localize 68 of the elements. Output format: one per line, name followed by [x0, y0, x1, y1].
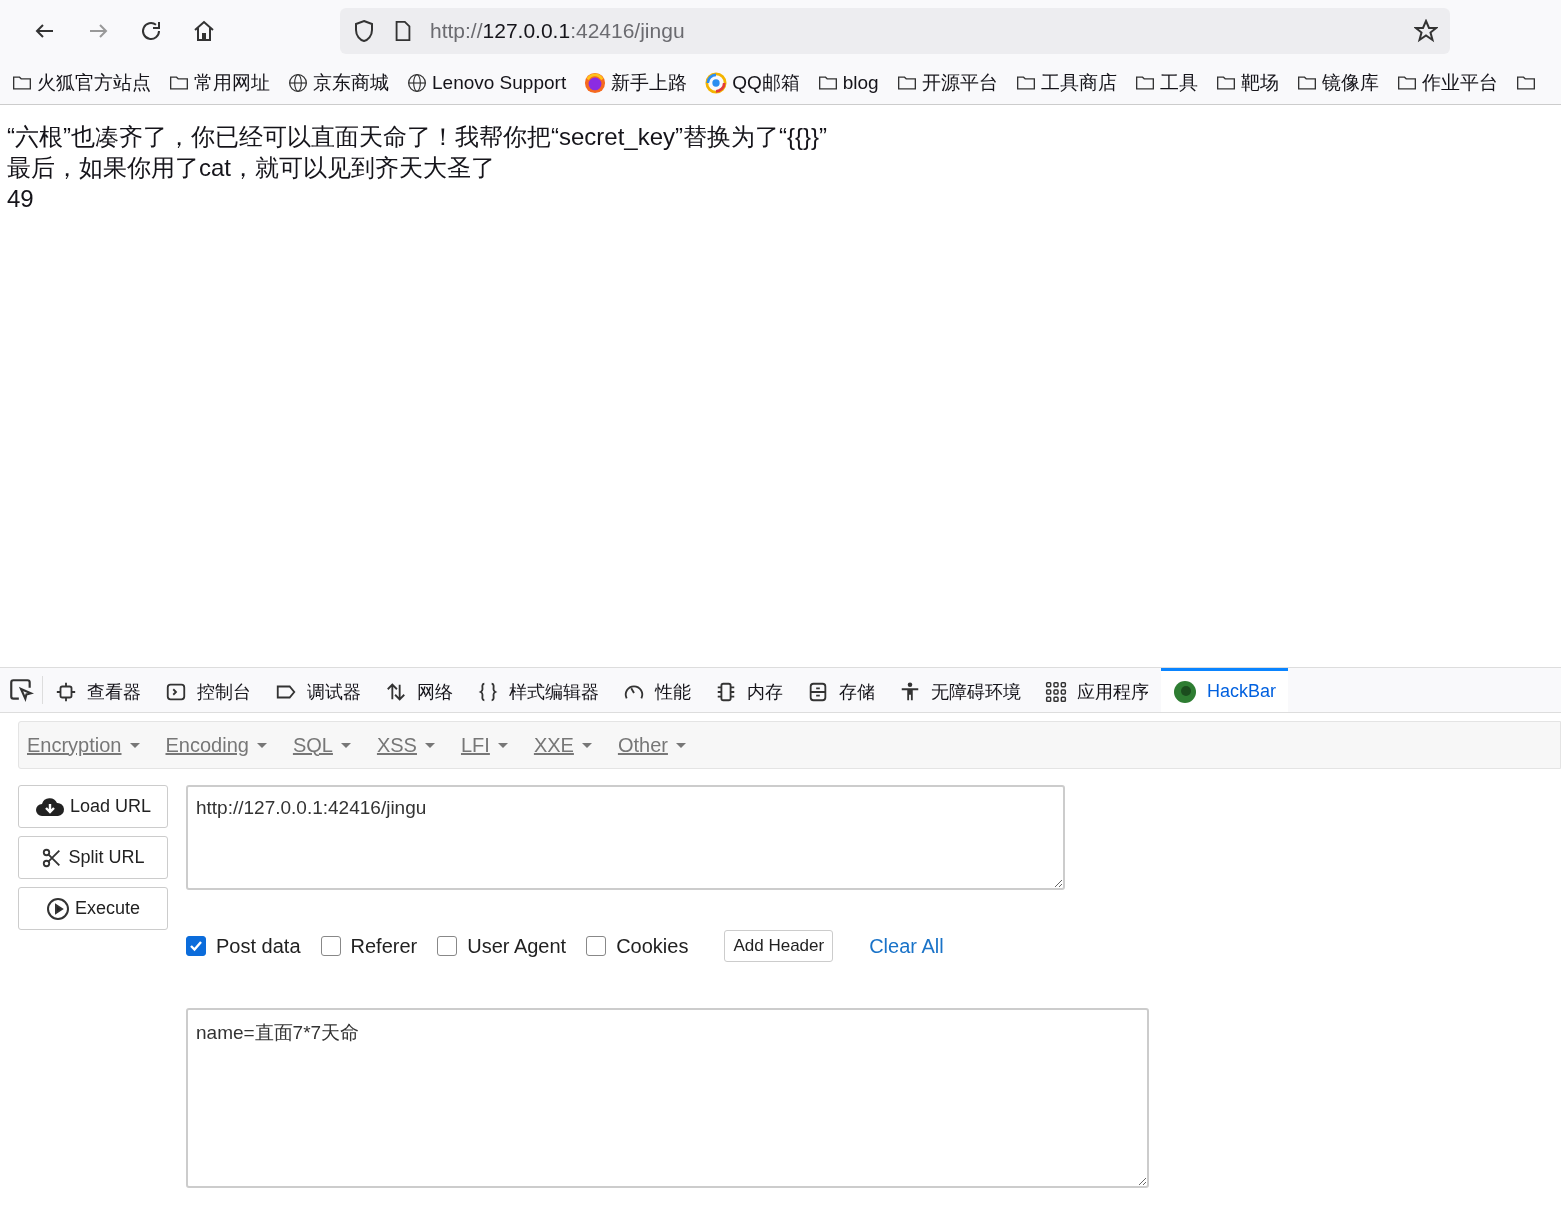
clear-all-link[interactable]: Clear All: [869, 934, 944, 958]
shield-icon: [352, 19, 376, 43]
hackbar-logo-icon: [1173, 679, 1197, 704]
globe-icon: [288, 73, 308, 93]
dropdown-menu[interactable]: Encoding: [165, 733, 267, 757]
dropdown-menu[interactable]: XSS: [376, 733, 435, 757]
person-icon: [899, 680, 921, 703]
devtools-tab[interactable]: HackBar: [1161, 668, 1289, 712]
post-data-field[interactable]: name=直面7*7天命: [186, 1008, 1149, 1188]
bookmark[interactable]: 开源平台: [896, 70, 998, 96]
firefox-icon: [584, 72, 607, 94]
address-bar[interactable]: http://127.0.0.1:42416/jingu: [340, 8, 1450, 54]
action-button[interactable]: Execute: [18, 887, 168, 930]
option-checkbox[interactable]: User Agent: [437, 934, 567, 958]
play-circle-icon: [45, 896, 70, 921]
cabinet-icon: [807, 680, 829, 703]
option-checkbox[interactable]: Referer: [320, 934, 418, 958]
devtools-tab[interactable]: 无障碍环境: [887, 668, 1033, 712]
bookmark-star-icon: [1414, 19, 1438, 43]
dropdown-menu[interactable]: LFI: [460, 733, 508, 757]
bookmark[interactable]: 工具: [1134, 70, 1198, 96]
bookmark[interactable]: 火狐官方站点: [12, 70, 151, 96]
bookmark[interactable]: Lenovo Support: [407, 72, 567, 94]
url-text: http://127.0.0.1:42416/jingu: [430, 19, 686, 43]
bookmark[interactable]: blog: [817, 72, 879, 94]
cloud-download-icon: [34, 795, 65, 818]
bookmark[interactable]: 新手上路: [584, 70, 688, 96]
element-picker-icon: [8, 677, 34, 703]
devtools-tab[interactable]: 网络: [373, 668, 465, 712]
bookmark[interactable]: 常用网址: [169, 70, 270, 96]
option-checkbox[interactable]: Cookies: [586, 934, 689, 958]
url-field[interactable]: http://127.0.0.1:42416/jingu: [186, 785, 1065, 890]
add-header-button[interactable]: Add Header: [724, 930, 834, 962]
check-icon: [189, 939, 203, 953]
devtools-tab[interactable]: 性能: [611, 668, 703, 712]
dropdown-menu[interactable]: XXE: [533, 733, 592, 757]
devtools-tab[interactable]: 应用程序: [1033, 668, 1161, 712]
page-text: “六根”也凑齐了，你已经可以直面天命了！我帮你把“secret_key”替换为了“{{}}”: [7, 122, 829, 152]
checkbox[interactable]: [320, 936, 341, 956]
dropdown-menu[interactable]: Other: [617, 733, 686, 757]
bookmark[interactable]: 靶场: [1215, 70, 1279, 96]
checkbox[interactable]: [437, 936, 458, 956]
bookmark[interactable]: 作业平台: [1396, 70, 1498, 96]
bookmark[interactable]: 工具商店: [1015, 70, 1117, 96]
grid-icon: [1045, 680, 1067, 703]
globe-icon: [407, 73, 427, 93]
bookmark[interactable]: 京东商城: [288, 70, 389, 96]
bookmark[interactable]: 镜像库: [1296, 70, 1379, 96]
devtools-tab[interactable]: 样式编辑器: [465, 668, 611, 712]
devtools-tab[interactable]: 调试器: [263, 668, 373, 712]
option-checkbox[interactable]: Post data: [186, 934, 301, 958]
checkbox[interactable]: [586, 936, 607, 956]
page-text: 49: [7, 184, 35, 214]
action-button[interactable]: Split URL: [18, 836, 168, 879]
braces-icon: [477, 680, 499, 703]
chip-icon: [715, 680, 737, 703]
devtools-tab[interactable]: 内存: [703, 668, 795, 712]
page-text: 最后，如果你用了cat，就可以见到齐天大圣了: [7, 153, 496, 183]
bookmark[interactable]: QQ邮箱: [705, 70, 800, 96]
checkbox[interactable]: [186, 936, 206, 956]
devtools-tab[interactable]: 存储: [795, 668, 887, 712]
action-button[interactable]: Load URL: [18, 785, 168, 828]
devtools-tab[interactable]: 控制台: [153, 668, 263, 712]
qq-mail-icon: [705, 72, 728, 94]
dropdown-menu[interactable]: SQL: [292, 733, 351, 757]
dropdown-menu[interactable]: Encryption: [27, 733, 140, 757]
devtools-tab[interactable]: 查看器: [43, 668, 153, 712]
inspector-icon: [55, 680, 77, 703]
